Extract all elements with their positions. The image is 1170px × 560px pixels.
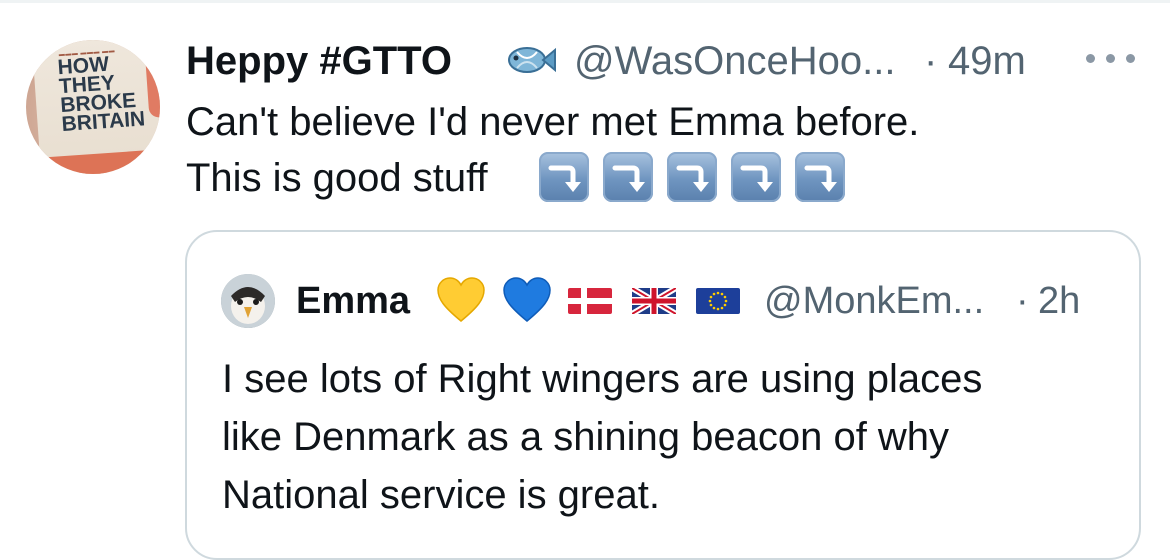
separator-dot: ·: [924, 39, 938, 83]
tweet-timestamp[interactable]: 49m: [948, 37, 1026, 85]
book-red-band: [29, 145, 160, 174]
author-handle[interactable]: @WasOnceHoo...: [574, 37, 895, 85]
quoted-author-avatar[interactable]: [221, 274, 275, 328]
quoted-timestamp[interactable]: 2h: [1038, 278, 1080, 324]
quoted-handle[interactable]: @MonkEm...: [764, 278, 984, 324]
eu-flag-icon: [696, 288, 740, 314]
quoted-text-line: I see lots of Right wingers are using pl…: [222, 357, 983, 401]
author-avatar[interactable]: ▬▬▬ ▬▬▬ ▬▬ HOW THEY BROKE BRITAIN: [26, 40, 160, 174]
fish-icon: [508, 47, 556, 73]
denmark-flag-icon: [568, 288, 612, 314]
right-arrow-curving-down-icon: [731, 152, 781, 202]
quoted-text-line: like Denmark as a shining beacon of why: [222, 415, 950, 459]
yellow-heart-icon: [437, 277, 485, 322]
more-options-icon[interactable]: [1086, 54, 1138, 68]
bird-face-icon: [221, 274, 275, 328]
uk-flag-icon: [632, 288, 676, 314]
quoted-separator-dot: ·: [1016, 280, 1029, 322]
tweet-text-line: This is good stuff: [186, 156, 488, 200]
tweet-text-line: Can't believe I'd never met Emma before.: [186, 100, 920, 144]
book-red-mark: [145, 54, 160, 118]
right-arrow-curving-down-icon: [603, 152, 653, 202]
avatar-book-cover: ▬▬▬ ▬▬▬ ▬▬ HOW THEY BROKE BRITAIN: [29, 40, 160, 174]
right-arrow-curving-down-icon: [539, 152, 589, 202]
right-arrow-curving-down-icon: [667, 152, 717, 202]
book-title-line: BRITAIN: [60, 107, 146, 137]
blue-heart-icon: [503, 277, 551, 322]
right-arrow-curving-down-icon: [795, 152, 845, 202]
top-divider: [0, 0, 1170, 3]
quoted-text-line: National service is great.: [222, 473, 660, 517]
quoted-display-name[interactable]: Emma: [296, 278, 410, 324]
quoted-tweet-text: I see lots of Right wingers are using pl…: [222, 350, 1122, 524]
author-display-name[interactable]: Heppy #GTTO: [186, 37, 452, 85]
